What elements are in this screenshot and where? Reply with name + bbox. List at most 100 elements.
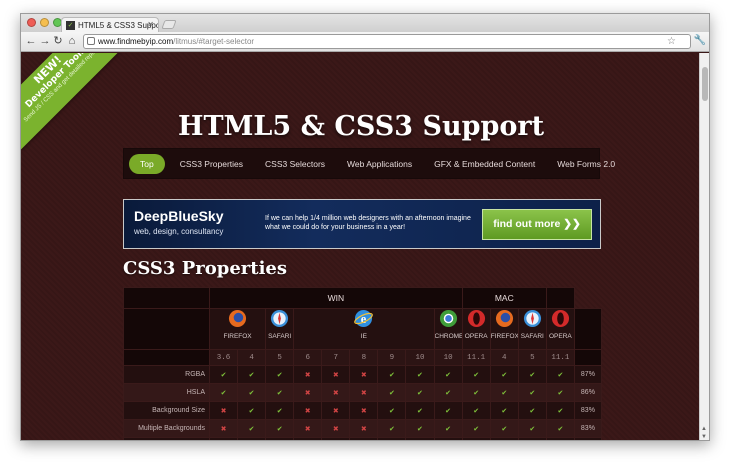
supported-check-icon: ✔ [433, 419, 463, 438]
support-percentage: 87% [573, 365, 602, 384]
supported-check-icon: ✔ [545, 383, 575, 402]
supported-check-icon: ✔ [405, 365, 435, 384]
opera-icon [467, 309, 485, 328]
supported-check-icon: ✔ [265, 437, 295, 440]
reload-icon[interactable]: ↻ [52, 35, 64, 48]
unsupported-cross-icon: ✖ [321, 419, 351, 438]
browser-name: OPERA [549, 333, 572, 340]
nav-item-gfx-embedded-content[interactable]: GFX & Embedded Content [423, 154, 546, 174]
support-percentage: 83% [573, 419, 602, 438]
version-cell: 11.1 [461, 349, 491, 366]
forward-arrow-icon[interactable]: → [39, 35, 51, 48]
supported-check-icon: ✔ [208, 437, 239, 440]
supported-check-icon: ✔ [377, 419, 407, 438]
browser-header-safari: SAFARI [265, 308, 295, 350]
nav-item-web-forms-2-0[interactable]: Web Forms 2.0 [546, 154, 626, 174]
unsupported-cross-icon: ✖ [349, 419, 379, 438]
version-cell: 5 [265, 349, 295, 366]
header-blank [123, 349, 210, 366]
platform-header-mac: MAC [461, 287, 547, 309]
supported-check-icon: ✔ [433, 383, 463, 402]
supported-check-icon: ✔ [489, 401, 519, 420]
site-favicon-icon: ✓ [66, 20, 75, 30]
version-cell: 3.6 [208, 349, 239, 366]
version-cell: 11.1 [545, 349, 575, 366]
browser-name: IE [360, 333, 367, 340]
supported-check-icon: ✔ [208, 383, 239, 402]
home-icon[interactable]: ⌂ [66, 35, 78, 48]
supported-check-icon: ✔ [517, 419, 547, 438]
header-blank [573, 308, 602, 350]
banner-logo: DeepBlueSky [134, 208, 224, 224]
supported-check-icon: ✔ [517, 401, 547, 420]
supported-check-icon: ✔ [237, 383, 267, 402]
address-bar[interactable]: www.findmebyip.com/litmus/#target-select… [83, 34, 691, 49]
supported-check-icon: ✔ [461, 437, 491, 440]
supported-check-icon: ✔ [489, 437, 519, 440]
unsupported-cross-icon: ✖ [405, 437, 435, 440]
supported-check-icon: ✔ [433, 401, 463, 420]
supported-check-icon: ✔ [545, 401, 575, 420]
banner-tagline: web, design, consultancy [134, 227, 224, 236]
browser-header-ie: e IE [293, 308, 435, 350]
browser-name: FIREFOX [490, 333, 519, 340]
nav-item-top[interactable]: Top [129, 153, 165, 174]
nav-item-css3-selectors[interactable]: CSS3 Selectors [254, 154, 336, 174]
nav-item-css3-properties[interactable]: CSS3 Properties [169, 154, 254, 174]
bookmark-star-icon[interactable]: ☆ [667, 35, 676, 48]
find-out-more-button[interactable]: find out more ❯❯ [482, 209, 592, 240]
supported-check-icon: ✔ [517, 383, 547, 402]
version-cell: 10 [405, 349, 435, 366]
tab-bar: ✓ HTML5 & CSS3 Support, We ✕ [21, 14, 709, 32]
close-window-button[interactable] [27, 18, 36, 27]
css3-properties-table: WIN MAC FIREFOX SAFARI e IE CHROME OPERA FIREFOX… [123, 287, 602, 440]
supported-check-icon: ✔ [265, 365, 295, 384]
supported-check-icon: ✔ [433, 365, 463, 384]
back-arrow-icon[interactable]: ← [25, 35, 37, 48]
supported-check-icon: ✔ [461, 401, 491, 420]
feature-name: RGBA [123, 365, 210, 384]
supported-check-icon: ✔ [265, 419, 295, 438]
unsupported-cross-icon: ✖ [321, 383, 351, 402]
unsupported-cross-icon: ✖ [349, 401, 379, 420]
supported-check-icon: ✔ [265, 401, 295, 420]
feature-name: Background Size [123, 401, 210, 420]
scrollbar-thumb[interactable] [702, 67, 708, 101]
unsupported-cross-icon: ✖ [293, 365, 323, 384]
new-tab-button[interactable] [161, 20, 177, 29]
developer-tools-ribbon[interactable]: NEW! Developer Tools Send JS / CSS and g… [21, 53, 128, 150]
support-percentage: 83% [573, 437, 602, 440]
page-viewport: NEW! Developer Tools Send JS / CSS and g… [21, 53, 701, 440]
supported-check-icon: ✔ [517, 365, 547, 384]
supported-check-icon: ✔ [489, 383, 519, 402]
supported-check-icon: ✔ [461, 419, 491, 438]
platform-header-win: WIN [209, 287, 463, 309]
supported-check-icon: ✔ [237, 365, 267, 384]
section-heading: CSS3 Properties [123, 258, 288, 279]
supported-check-icon: ✔ [265, 383, 295, 402]
unsupported-cross-icon: ✖ [349, 365, 379, 384]
browser-name: SAFARI [268, 333, 292, 340]
header-blank [123, 308, 210, 350]
tab-close-icon[interactable]: ✕ [147, 20, 154, 29]
minimize-window-button[interactable] [40, 18, 49, 27]
section-nav: Top CSS3 Properties CSS3 Selectors Web Appl… [123, 148, 615, 179]
chrome-icon [439, 309, 457, 328]
wrench-menu-icon[interactable]: 🔧 [694, 35, 706, 46]
ribbon-title: Developer Tools [23, 53, 88, 110]
scroll-down-arrow-icon[interactable]: ▼ [701, 434, 707, 440]
browser-tab[interactable]: ✓ HTML5 & CSS3 Support, We ✕ [61, 17, 159, 32]
nav-item-web-applications[interactable]: Web Applications [336, 154, 423, 174]
browser-name: CHROME [434, 333, 463, 340]
unsupported-cross-icon: ✖ [208, 401, 239, 420]
vertical-scrollbar[interactable]: ▲ ▼ [699, 53, 709, 440]
version-cell: 4 [237, 349, 267, 366]
supported-check-icon: ✔ [377, 365, 407, 384]
scroll-up-arrow-icon[interactable]: ▲ [701, 426, 707, 432]
supported-check-icon: ✔ [545, 365, 575, 384]
browser-name: OPERA [464, 333, 488, 340]
browser-window: ✓ HTML5 & CSS3 Support, We ✕ ← → ↻ ⌂ www… [20, 13, 710, 441]
page-title: HTML5 & CSS3 Support [177, 111, 545, 142]
ie-icon: e [354, 309, 374, 328]
ad-banner[interactable]: DeepBlueSky web, design, consultancy If … [123, 199, 601, 249]
